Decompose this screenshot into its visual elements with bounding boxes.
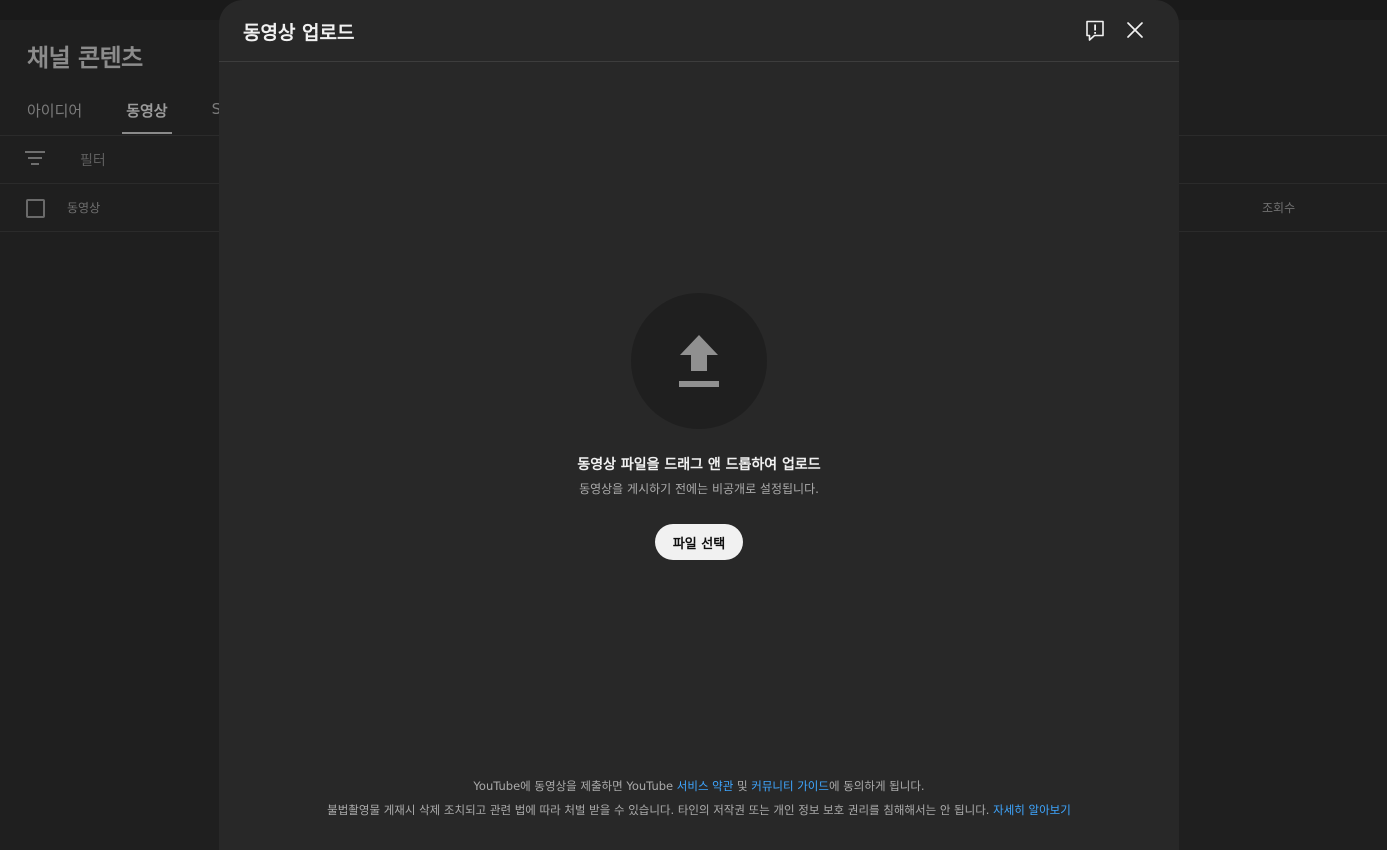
- tab-videos[interactable]: 동영상: [122, 100, 173, 134]
- community-guidelines-link[interactable]: 커뮤니티 가이드: [751, 779, 829, 793]
- column-header-video: 동영상: [67, 201, 101, 215]
- tab-ideas[interactable]: 아이디어: [27, 100, 82, 134]
- upload-arrow-icon: [679, 335, 719, 387]
- filter-icon[interactable]: [25, 151, 45, 167]
- dialog-header: 동영상 업로드: [219, 0, 1179, 62]
- content-tabs: 아이디어 동영상 S: [27, 100, 221, 136]
- filter-input[interactable]: 필터: [80, 150, 106, 170]
- close-icon[interactable]: [1123, 18, 1147, 42]
- learn-more-link[interactable]: 자세히 알아보기: [993, 803, 1071, 817]
- copyright-text: 불법촬영물 게재시 삭제 조치되고 관련 법에 따라 처벌 받을 수 있습니다.…: [327, 803, 994, 817]
- column-header-views: 조회수: [1262, 201, 1296, 215]
- drop-instruction: 동영상 파일을 드래그 앤 드롭하여 업로드: [577, 457, 821, 473]
- copyright-notice: 불법촬영물 게재시 삭제 조치되고 관련 법에 따라 처벌 받을 수 있습니다.…: [219, 802, 1179, 818]
- page-title: 채널 콘텐츠: [27, 44, 143, 72]
- feedback-icon[interactable]: [1083, 18, 1107, 42]
- terms-text-1: YouTube에 동영상을 제출하면 YouTube: [473, 779, 677, 793]
- dialog-title: 동영상 업로드: [243, 22, 355, 44]
- terms-text-2: 및: [733, 779, 752, 793]
- terms-of-service-link[interactable]: 서비스 약관: [677, 779, 734, 793]
- terms-text-3: 에 동의하게 됩니다.: [828, 779, 925, 793]
- select-all-checkbox[interactable]: [26, 199, 45, 218]
- privacy-notice: 동영상을 게시하기 전에는 비공개로 설정됩니다.: [579, 482, 819, 496]
- select-file-button[interactable]: 파일 선택: [655, 524, 743, 560]
- upload-drop-zone[interactable]: [631, 293, 767, 429]
- terms-notice: YouTube에 동영상을 제출하면 YouTube 서비스 약관 및 커뮤니티…: [219, 778, 1179, 794]
- upload-dialog: 동영상 업로드 동영상 파일을 드래그 앤 드롭하여 업로드 동영상을 게시하기…: [219, 0, 1179, 850]
